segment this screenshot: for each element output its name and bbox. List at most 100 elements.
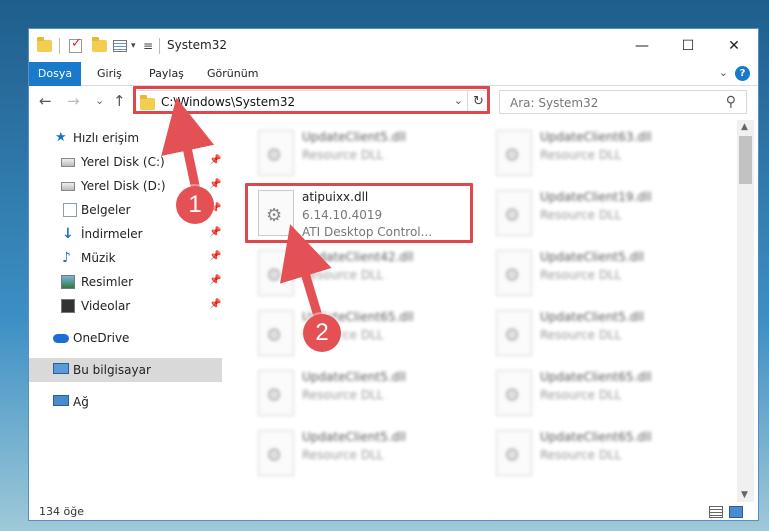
vertical-scrollbar[interactable]: ▲ ▼ [737,120,754,502]
download-icon: ↓ [62,226,74,242]
details-view-icon[interactable] [709,506,723,518]
sidebar-item-disk-c[interactable]: Yerel Disk (C:) 📌 [29,150,222,174]
ribbon-tabs: Dosya Giriş Paylaş Görünüm ⌄ ? [29,62,758,86]
file-name: UpdateClient19.dll [540,190,652,204]
pin-icon[interactable]: 📌 [209,179,221,190]
pin-icon[interactable]: 📌 [209,275,221,286]
customize-toolbar-icon[interactable]: ≡ [143,29,153,62]
sidebar-item-onedrive[interactable]: OneDrive [29,326,222,350]
videos-icon [61,299,75,313]
sidebar-item-label: Belgeler [81,203,131,217]
search-placeholder: Ara: System32 [510,96,599,110]
search-icon: ⚲ [725,94,736,110]
ribbon-collapse-icon[interactable]: ⌄ [719,66,728,79]
list-item[interactable]: UpdateClient63.dll Resource DLL [488,126,718,182]
tab-home[interactable]: Giriş [89,62,130,86]
sidebar-item-music[interactable]: ♪ Müzik 📌 [29,246,222,270]
sidebar-item-pictures[interactable]: Resimler 📌 [29,270,222,294]
close-button[interactable]: ✕ [711,29,757,62]
dll-file-icon [496,430,532,476]
file-type: Resource DLL [302,388,384,402]
list-item[interactable]: UpdateClient5.dll Resource DLL [250,366,480,422]
disk-icon [61,158,75,167]
dll-file-icon [496,310,532,356]
list-item[interactable]: UpdateClient65.dll Resource DLL [488,366,718,422]
computer-icon [53,363,69,374]
list-item[interactable]: UpdateClient42.dll Resource DLL [250,246,480,302]
file-type: Resource DLL [540,208,622,222]
file-type: Resource DLL [540,268,622,282]
up-button[interactable]: ↑ [113,92,126,112]
step-2-badge: 2 [303,314,341,352]
dll-file-icon [258,130,294,176]
list-item[interactable]: UpdateClient5.dll Resource DLL [488,246,718,302]
disk-icon [61,182,75,191]
status-bar: 134 öğe [29,502,758,520]
sidebar-item-this-pc[interactable]: Bu bilgisayar [29,358,222,382]
navigation-pane: ★ Hızlı erişim Yerel Disk (C:) 📌 Yerel D… [29,120,222,502]
file-type: Resource DLL [540,388,622,402]
window-title: System32 [167,38,228,52]
forward-button[interactable]: → [67,92,80,112]
pictures-icon [61,275,75,289]
minimize-button[interactable]: — [619,29,665,62]
sidebar-item-quick-access[interactable]: ★ Hızlı erişim [29,126,222,150]
help-icon[interactable]: ? [735,66,750,81]
new-folder-icon[interactable] [92,29,107,62]
dll-file-icon [258,370,294,416]
properties-icon[interactable] [113,29,127,62]
back-button[interactable]: ← [39,92,52,112]
file-name: UpdateClient5.dll [302,430,406,444]
list-item[interactable]: UpdateClient19.dll Resource DLL [488,186,718,242]
large-icons-view-icon[interactable] [729,506,743,518]
sidebar-item-label: Ağ [73,395,89,409]
list-item[interactable]: UpdateClient65.dll Resource DLL [250,306,480,362]
list-item[interactable]: UpdateClient5.dll Resource DLL [488,306,718,362]
list-item[interactable]: UpdateClient5.dll Resource DLL [250,126,480,182]
maximize-button[interactable]: ☐ [665,29,711,62]
item-count: 134 öğe [39,505,84,518]
file-type: Resource DLL [302,148,384,162]
pin-icon[interactable]: 📌 [209,155,221,166]
file-name: UpdateClient65.dll [540,370,652,384]
quick-access-dropdown-icon[interactable]: ▾ [131,29,136,62]
scroll-up-icon[interactable]: ▲ [741,122,748,132]
list-item[interactable]: UpdateClient5.dll Resource DLL [250,426,480,482]
step-1-badge: 1 [176,186,214,224]
sidebar-item-network[interactable]: Ağ [29,390,222,414]
folder-icon [37,29,52,62]
address-highlight-box [133,86,490,114]
tab-share[interactable]: Paylaş [141,62,192,86]
file-name: UpdateClient63.dll [540,130,652,144]
sidebar-item-label: Hızlı erişim [73,131,140,145]
pin-icon[interactable]: 📌 [209,251,221,262]
list-item[interactable]: UpdateClient65.dll Resource DLL [488,426,718,482]
recent-locations-button[interactable]: ⌄ [95,92,104,112]
network-icon [53,395,69,406]
file-name: UpdateClient65.dll [540,430,652,444]
title-bar: ▾ ≡ System32 — ☐ ✕ [29,29,758,62]
pin-icon[interactable]: 📌 [209,227,221,238]
sidebar-item-label: Videolar [81,299,131,313]
dll-file-icon [496,250,532,296]
dll-file-icon [258,250,294,296]
sidebar-item-downloads[interactable]: ↓ İndirmeler 📌 [29,222,222,246]
search-input[interactable]: Ara: System32 ⚲ [499,90,747,114]
scroll-down-icon[interactable]: ▼ [741,490,748,500]
sidebar-item-videos[interactable]: Videolar 📌 [29,294,222,318]
star-icon: ★ [55,130,67,145]
music-icon: ♪ [62,250,71,266]
sidebar-item-label: İndirmeler [81,227,143,241]
tab-file[interactable]: Dosya [29,62,81,86]
pin-icon[interactable]: 📌 [209,299,221,310]
sidebar-item-label: Resimler [81,275,134,289]
scrollbar-thumb[interactable] [739,136,752,184]
file-highlight-box [245,183,473,243]
properties-check-icon[interactable] [69,29,82,62]
dll-file-icon [496,370,532,416]
tab-view[interactable]: Görünüm [199,62,266,86]
sidebar-item-label: Bu bilgisayar [73,363,151,377]
file-name: UpdateClient5.dll [302,130,406,144]
separator [59,29,60,62]
dll-file-icon [496,130,532,176]
